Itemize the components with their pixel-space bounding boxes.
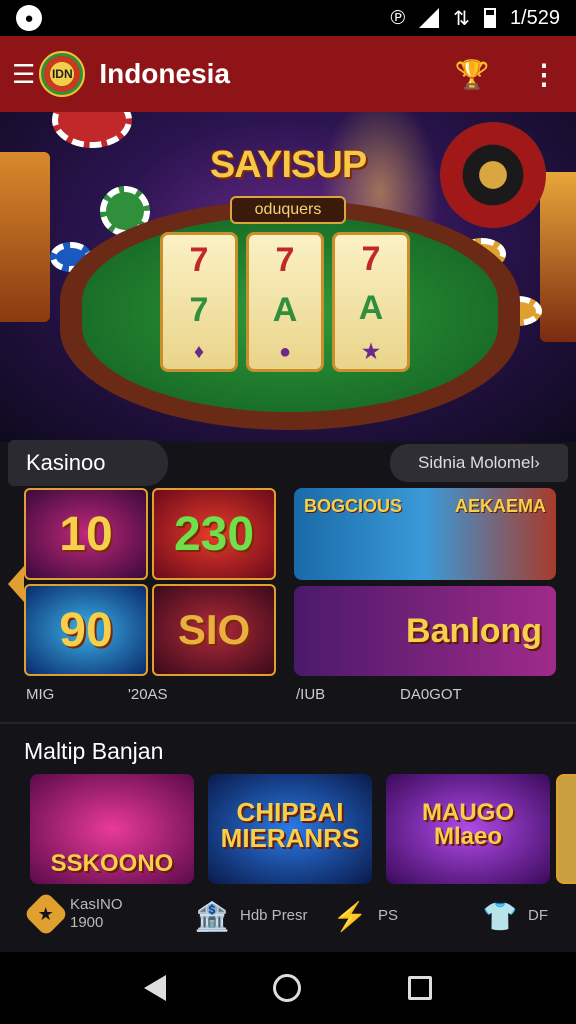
nav-item-bank[interactable]: 🏦 Hdb Presr xyxy=(192,896,308,936)
signal-icon xyxy=(419,8,440,28)
card-title-left: BOGCIOUS xyxy=(304,496,403,516)
game-card-partial[interactable] xyxy=(556,774,576,884)
status-time: 1/529 xyxy=(509,6,560,29)
section-title-2: Maltip Banjan xyxy=(24,738,164,764)
back-icon[interactable] xyxy=(143,975,166,1001)
diamond-icon: ★ xyxy=(23,891,69,937)
recent-apps-icon[interactable] xyxy=(408,976,433,1000)
vibrate-icon: ℗ xyxy=(390,6,406,29)
lightning-icon: ⚡ xyxy=(332,900,368,932)
status-bar: ● ℗ ⇅ 1/529 xyxy=(0,0,576,36)
casino-chip-image xyxy=(52,112,132,148)
game-grid: 10 230 90 SIO xyxy=(24,488,276,676)
slot-reel: 7 7 ♦ xyxy=(160,232,238,372)
game-caption: MIG xyxy=(26,686,55,703)
trophy-icon[interactable]: 🏆 xyxy=(450,52,494,96)
hero-subtitle: oduquers xyxy=(230,196,346,224)
nav-item-ps[interactable]: ⚡ PS xyxy=(330,896,398,936)
slot-machine-image xyxy=(0,152,50,322)
slot-machine-image xyxy=(540,172,576,342)
app-bar: ☰ IDN Indonesia 🏆 ⋮ xyxy=(0,36,576,112)
hero-title: SAYISUP xyxy=(209,144,367,186)
game-tile[interactable]: 10 xyxy=(24,488,148,580)
section-header-kasino: Kasinoo Sidnia Molomel› xyxy=(8,440,568,486)
nav-item-df[interactable]: 👕 DF xyxy=(480,896,548,936)
game-tile[interactable]: 230 xyxy=(152,488,276,580)
game-tile[interactable]: 90 xyxy=(24,584,148,676)
system-navigation-bar xyxy=(0,952,576,1024)
slot-reel: 7 A ★ xyxy=(332,232,410,372)
divider xyxy=(0,722,576,724)
app-logo-icon: ● xyxy=(16,5,42,31)
home-icon[interactable] xyxy=(272,974,301,1002)
battery-icon xyxy=(483,8,496,28)
game-row: SSKOONO CHIPBAI MIERANRS MAUGO Mlaeo xyxy=(30,774,550,884)
see-more-button[interactable]: Sidnia Molomel› xyxy=(390,444,568,482)
game-caption: /IUB xyxy=(296,686,326,703)
slot-reels: 7 7 ♦ 7 A ● 7 A ★ xyxy=(160,232,410,372)
game-caption: '20AS xyxy=(128,686,168,703)
game-card-banlong[interactable]: Banlong xyxy=(294,586,556,676)
shirt-icon: 👕 xyxy=(482,900,518,932)
card-title-right: AEKAEMA xyxy=(454,496,546,516)
hamburger-icon[interactable]: ☰ xyxy=(12,59,35,90)
nav-item-kasino[interactable]: ★ KasINO 1900 xyxy=(23,891,123,937)
app-title: Indonesia xyxy=(99,58,231,89)
game-card[interactable]: CHIPBAI MIERANRS xyxy=(208,774,372,884)
game-card-lions[interactable]: BOGCIOUS AEKAEMA xyxy=(294,488,556,580)
game-tile[interactable]: SIO xyxy=(152,584,276,676)
roulette-wheel-image xyxy=(440,122,546,228)
bottom-navigation: ★ KasINO 1900 🏦 Hdb Presr ⚡ PS 👕 DF xyxy=(0,888,576,952)
game-caption: DA0GOT xyxy=(400,686,462,703)
bank-icon: 🏦 xyxy=(194,900,230,932)
app-logo[interactable]: IDN xyxy=(39,51,86,97)
game-card[interactable]: SSKOONO xyxy=(30,774,194,884)
section-title: Kasinoo xyxy=(8,440,168,486)
hero-banner[interactable]: SAYISUP oduquers 7 7 ♦ 7 A ● 7 A ★ xyxy=(0,112,576,442)
game-card[interactable]: MAUGO Mlaeo xyxy=(386,774,550,884)
scroll-left-icon[interactable] xyxy=(8,566,24,602)
more-vertical-icon[interactable]: ⋮ xyxy=(524,58,564,91)
slot-reel: 7 A ● xyxy=(246,232,324,372)
data-icon: ⇅ xyxy=(453,7,470,30)
